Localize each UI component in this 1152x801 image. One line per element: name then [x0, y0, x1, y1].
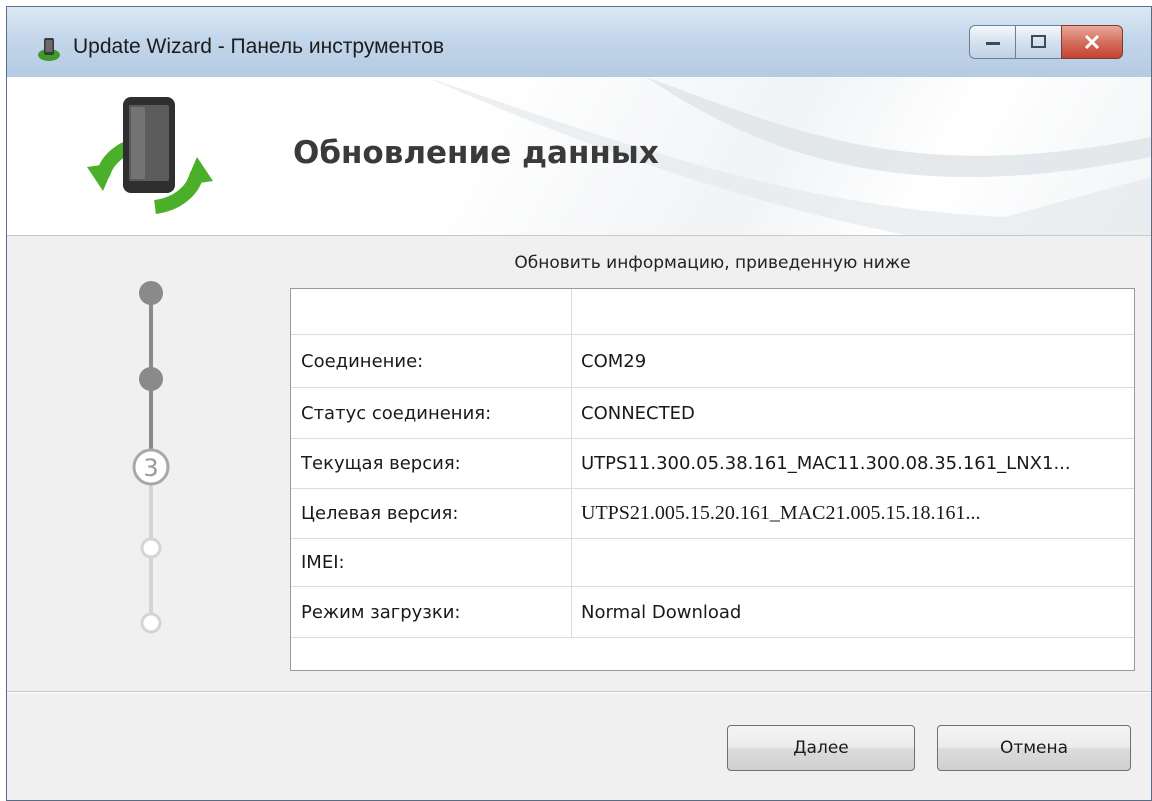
wizard-header: Обновление данных	[7, 77, 1151, 236]
maximize-button[interactable]	[1015, 25, 1061, 59]
row-label: Режим загрузки:	[301, 601, 461, 623]
row-value	[581, 289, 1126, 334]
table-row[interactable]: Соединение: COM29	[291, 335, 1134, 388]
window-controls	[969, 25, 1123, 59]
table-row[interactable]: Статус соединения: CONNECTED	[291, 388, 1134, 439]
title-bar[interactable]: Update Wizard - Панель инструментов	[7, 7, 1151, 78]
close-icon	[1084, 34, 1100, 50]
row-value: UTPS21.005.15.20.161_MAC21.005.15.18.161…	[581, 502, 981, 524]
row-value	[581, 539, 1126, 586]
row-value: Normal Download	[581, 601, 742, 623]
step-progress-indicator: 3	[132, 281, 170, 634]
next-button[interactable]: Далее	[727, 725, 915, 771]
step-2-dot	[139, 367, 163, 391]
row-value: COM29	[581, 350, 647, 372]
page-title: Обновление данных	[293, 135, 659, 171]
row-label: IMEI:	[301, 552, 345, 573]
maximize-icon	[1030, 35, 1046, 48]
phone-sync-icon	[38, 38, 60, 61]
step-5-dot	[140, 612, 162, 634]
instruction-text: Обновить информацию, приведенную ниже	[514, 253, 911, 273]
table-row[interactable]: Текущая версия: UTPS11.300.05.38.161_MAC…	[291, 439, 1134, 489]
table-row[interactable]: Целевая версия: UTPS21.005.15.20.161_MAC…	[291, 489, 1134, 539]
row-label: Статус соединения:	[301, 402, 492, 424]
table-row[interactable]: Режим загрузки: Normal Download	[291, 587, 1134, 638]
row-value: UTPS11.300.05.38.161_MAC11.300.08.35.161…	[581, 453, 1071, 474]
device-info-table: Соединение: COM29 Статус соединения: CON…	[290, 288, 1135, 671]
step-4-dot	[140, 537, 162, 559]
row-value: CONNECTED	[581, 402, 695, 424]
row-label: Целевая версия:	[301, 503, 459, 524]
row-label: Соединение:	[301, 350, 424, 372]
row-label	[301, 289, 566, 334]
minimize-button[interactable]	[969, 25, 1015, 59]
footer-divider	[7, 691, 1151, 693]
table-row[interactable]	[291, 289, 1134, 335]
table-row[interactable]: IMEI:	[291, 539, 1134, 587]
minimize-icon	[985, 42, 1000, 45]
cancel-button[interactable]: Отмена	[937, 725, 1131, 771]
close-button[interactable]	[1061, 25, 1123, 59]
window-title: Update Wizard - Панель инструментов	[73, 35, 445, 58]
update-wizard-window: Update Wizard - Панель инструментов Обно…	[6, 6, 1152, 801]
step-1-dot	[139, 281, 163, 305]
current-step-number: 3	[143, 454, 158, 482]
row-label: Текущая версия:	[301, 453, 461, 474]
phone-sync-logo-icon	[87, 97, 213, 214]
